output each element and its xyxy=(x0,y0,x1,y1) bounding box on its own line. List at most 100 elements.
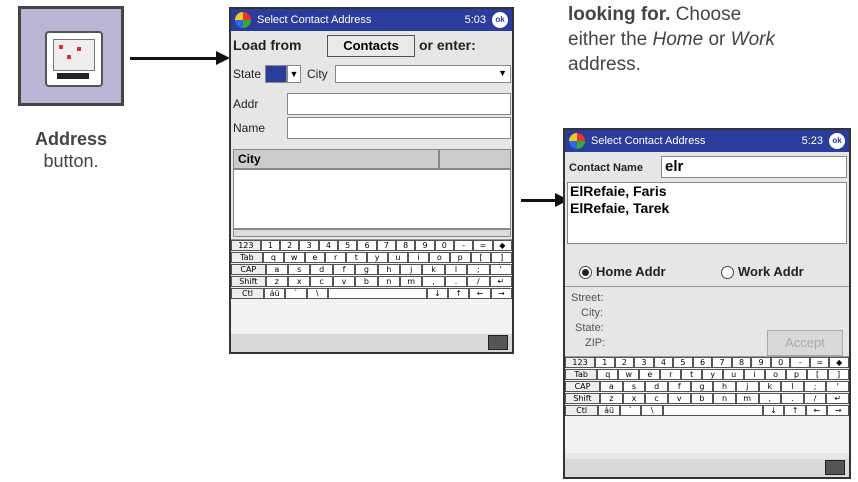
key[interactable]: t xyxy=(346,252,367,263)
state-dropdown-icon[interactable]: ▼ xyxy=(287,65,301,83)
key[interactable]: \ xyxy=(641,405,663,416)
state-select[interactable] xyxy=(265,65,287,83)
key[interactable]: Shift xyxy=(231,276,266,287)
key[interactable]: d xyxy=(645,381,668,392)
key[interactable]: i xyxy=(408,252,429,263)
key[interactable]: j xyxy=(735,381,759,392)
key[interactable]: 3 xyxy=(634,357,654,368)
key[interactable]: Ctl xyxy=(231,288,264,299)
key[interactable]: 2 xyxy=(614,357,635,368)
key[interactable]: r xyxy=(325,252,346,263)
key[interactable]: 3 xyxy=(299,240,319,251)
key[interactable]: . xyxy=(444,276,468,287)
key[interactable]: 0 xyxy=(434,240,454,251)
key[interactable]: q xyxy=(597,369,619,380)
key[interactable]: k xyxy=(758,381,782,392)
key[interactable]: e xyxy=(639,369,661,380)
key[interactable]: Ctl xyxy=(565,405,599,416)
key[interactable]: z xyxy=(600,393,623,404)
key[interactable]: 6 xyxy=(692,357,713,368)
key[interactable]: / xyxy=(467,276,490,287)
key[interactable]: g xyxy=(690,381,714,392)
key[interactable]: s xyxy=(622,381,646,392)
key[interactable]: 2 xyxy=(280,240,300,251)
key[interactable]: x xyxy=(288,276,311,287)
key[interactable]: ; xyxy=(467,264,490,275)
key[interactable]: o xyxy=(765,369,787,380)
key[interactable]: j xyxy=(399,264,423,275)
work-addr-radio[interactable]: Work Addr xyxy=(721,264,804,280)
key[interactable]: u xyxy=(387,252,409,263)
key[interactable]: z xyxy=(265,276,289,287)
contact-results-list[interactable]: ElRefaie, Faris ElRefaie, Tarek xyxy=(567,182,847,244)
home-addr-radio[interactable]: Home Addr xyxy=(579,264,666,280)
enter-key[interactable]: ↵ xyxy=(826,393,849,404)
key[interactable]: 9 xyxy=(751,357,771,368)
key[interactable]: f xyxy=(332,264,356,275)
key[interactable]: 8 xyxy=(731,357,752,368)
key[interactable]: q xyxy=(263,252,284,263)
key[interactable]: d xyxy=(310,264,333,275)
key[interactable]: y xyxy=(366,252,388,263)
backspace-key[interactable]: ◆ xyxy=(829,357,849,368)
key[interactable]: m xyxy=(735,393,759,404)
key[interactable]: ] xyxy=(828,369,849,380)
key[interactable]: o xyxy=(429,252,450,263)
addr-field[interactable] xyxy=(287,93,511,115)
key[interactable]: [ xyxy=(470,252,492,263)
key[interactable]: 4 xyxy=(318,240,339,251)
key[interactable]: - xyxy=(790,357,810,368)
key[interactable]: w xyxy=(283,252,305,263)
key[interactable]: 1 xyxy=(260,240,281,251)
backspace-key[interactable]: ◆ xyxy=(492,240,512,251)
key[interactable]: r xyxy=(660,369,682,380)
key[interactable]: k xyxy=(422,264,445,275)
key[interactable]: v xyxy=(332,276,356,287)
ok-button[interactable]: ok xyxy=(829,133,845,149)
key[interactable]: l xyxy=(444,264,468,275)
key[interactable]: x xyxy=(622,393,646,404)
key[interactable]: áü xyxy=(263,288,286,299)
key[interactable]: 123 xyxy=(565,357,596,368)
key[interactable]: n xyxy=(377,276,400,287)
key[interactable]: e xyxy=(304,252,326,263)
key[interactable]: h xyxy=(713,381,736,392)
key[interactable]: 7 xyxy=(376,240,397,251)
key[interactable]: → xyxy=(490,288,512,299)
key[interactable]: \ xyxy=(306,288,328,299)
address-button-icon[interactable] xyxy=(18,6,124,106)
key[interactable]: p xyxy=(786,369,808,380)
key[interactable]: ` xyxy=(285,288,307,299)
key[interactable]: - xyxy=(454,240,474,251)
key[interactable]: u xyxy=(723,369,745,380)
key[interactable]: 7 xyxy=(712,357,732,368)
key[interactable]: CAP xyxy=(565,381,601,392)
key[interactable]: 8 xyxy=(396,240,416,251)
key[interactable]: t xyxy=(681,369,703,380)
key[interactable]: n xyxy=(713,393,736,404)
key[interactable]: ' xyxy=(489,264,512,275)
key[interactable]: ; xyxy=(803,381,827,392)
windows-start-icon[interactable] xyxy=(569,133,585,149)
key[interactable]: Shift xyxy=(565,393,601,404)
key[interactable]: ← xyxy=(805,405,828,416)
enter-key[interactable]: ↵ xyxy=(489,276,512,287)
key[interactable]: ↑ xyxy=(448,288,470,299)
key[interactable]: 5 xyxy=(338,240,358,251)
key[interactable]: c xyxy=(645,393,668,404)
key[interactable]: ` xyxy=(619,405,642,416)
key[interactable]: ↓ xyxy=(426,288,448,299)
key[interactable]: l xyxy=(781,381,804,392)
key[interactable]: b xyxy=(355,276,378,287)
key[interactable]: ↓ xyxy=(762,405,785,416)
space-key[interactable] xyxy=(327,288,427,299)
key[interactable]: b xyxy=(690,393,714,404)
key[interactable]: s xyxy=(288,264,311,275)
key[interactable]: 1 xyxy=(595,357,615,368)
grid-header-city[interactable]: City xyxy=(233,149,439,169)
key[interactable]: 123 xyxy=(231,240,261,251)
key[interactable]: Tab xyxy=(231,252,263,263)
key[interactable]: . xyxy=(781,393,804,404)
key[interactable]: a xyxy=(600,381,623,392)
key[interactable]: = xyxy=(473,240,493,251)
